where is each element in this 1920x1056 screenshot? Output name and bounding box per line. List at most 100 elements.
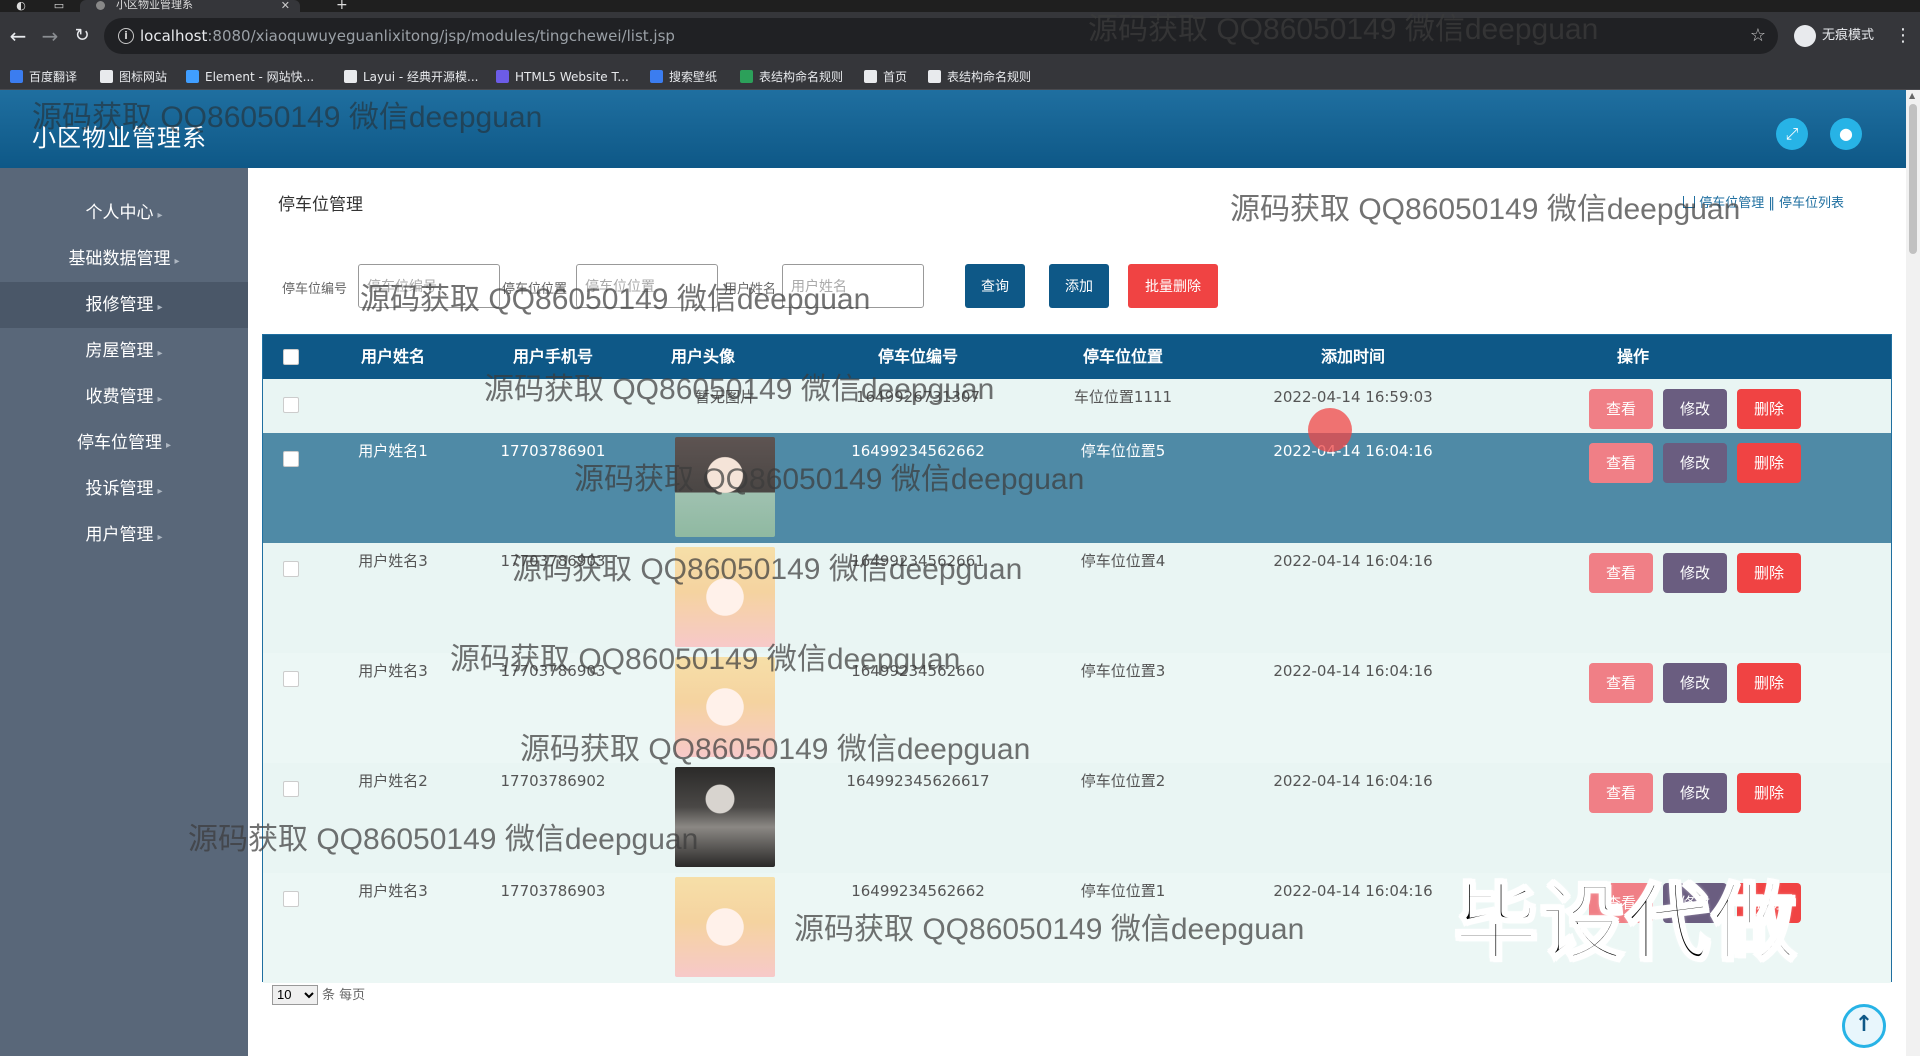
add-button[interactable]: 添加 (1049, 264, 1109, 308)
home-icon[interactable] (1683, 196, 1696, 208)
tab-overview-icon[interactable]: ▭ (52, 0, 66, 11)
edit-button[interactable]: 修改 (1663, 389, 1727, 429)
row-checkbox[interactable] (283, 397, 299, 413)
site-info-icon[interactable]: i (118, 28, 134, 44)
delete-button[interactable]: 删除 (1737, 553, 1801, 593)
bookmark-item[interactable]: 图标网站 (100, 64, 167, 90)
bookmark-item[interactable]: 表结构命名规则 (928, 64, 1031, 90)
user-avatar-image (675, 437, 775, 537)
view-button[interactable]: 查看 (1589, 389, 1653, 429)
row-checkbox[interactable] (283, 891, 299, 907)
bookmark-label: HTML5 Website T... (515, 70, 629, 84)
batch-delete-button[interactable]: 批量删除 (1128, 264, 1218, 308)
sidebar-item[interactable]: 个人中心 ▸ (0, 190, 248, 236)
bookmark-item[interactable]: 表结构命名规则 (740, 64, 843, 90)
page-size-select[interactable]: 10 (272, 984, 318, 1005)
row-checkbox[interactable] (283, 781, 299, 797)
scroll-up-icon[interactable]: ▲ (1909, 92, 1917, 100)
edit-button[interactable]: 修改 (1663, 883, 1727, 923)
back-arrow-icon[interactable]: ← (6, 24, 30, 48)
view-button[interactable]: 查看 (1589, 553, 1653, 593)
view-button[interactable]: 查看 (1589, 663, 1653, 703)
sidebar-item[interactable]: 房屋管理 ▸ (0, 328, 248, 374)
row-checkbox[interactable] (283, 671, 299, 687)
browser-menu-icon[interactable]: ⋮ (1894, 24, 1912, 48)
table-row[interactable]: 用户姓名2 17703786902 164992345626617 停车位位置2 202… (263, 763, 1891, 873)
cell-name: 用户姓名3 (358, 882, 428, 900)
sidebar-item[interactable]: 基础数据管理 ▸ (0, 236, 248, 282)
bookmark-item[interactable]: 首页 (864, 64, 907, 90)
edit-button[interactable]: 修改 (1663, 663, 1727, 703)
url-text[interactable]: localhost:8080/xiaoquwuyeguanlixitong/js… (140, 18, 675, 54)
user-avatar-image (675, 657, 775, 757)
incognito-indicator[interactable]: 无痕模式 (1794, 22, 1874, 50)
parking-code-input[interactable] (358, 264, 500, 308)
sidebar-item[interactable]: 报修管理 ▸ (0, 282, 248, 328)
cell-phone: 17703786902 (500, 772, 606, 790)
address-bar[interactable]: i localhost:8080/xiaoquwuyeguanlixitong/… (104, 18, 1778, 54)
edit-button[interactable]: 修改 (1663, 443, 1727, 483)
edit-button[interactable]: 修改 (1663, 553, 1727, 593)
cell-name: 用户姓名2 (358, 772, 428, 790)
table-row[interactable]: 用户姓名3 17703786903 16499234562662 停车位位置1 2022… (263, 873, 1891, 983)
sidebar-item-label: 基础数据管理 (68, 249, 171, 269)
tab-title: 小区物业管理系 (116, 0, 193, 11)
browser-tab-active[interactable]: 小区物业管理系 ✕ (80, 0, 300, 12)
bookmark-item[interactable]: 搜索壁纸 (650, 64, 717, 90)
sidebar-item[interactable]: 投诉管理 ▸ (0, 466, 248, 512)
delete-button[interactable]: 删除 (1737, 443, 1801, 483)
cell-code: 164992345626617 (846, 772, 990, 790)
url-host: localhost (140, 27, 208, 45)
bookmark-item[interactable]: Element - 网站快... (186, 64, 314, 90)
fullscreen-button[interactable]: ⤢ (1776, 118, 1808, 150)
user-avatar-image (675, 877, 775, 977)
view-button[interactable]: 查看 (1589, 883, 1653, 923)
expand-icon: ⤢ (1785, 124, 1799, 143)
username-input[interactable] (782, 264, 924, 308)
delete-button[interactable]: 删除 (1737, 883, 1801, 923)
cell-time: 2022-04-14 16:04:16 (1273, 662, 1433, 680)
table-row[interactable]: 用户姓名1 17703786901 16499234562662 停车位位置5 2022… (263, 433, 1891, 543)
view-button[interactable]: 查看 (1589, 773, 1653, 813)
tab-close-icon[interactable]: ✕ (281, 0, 290, 11)
page-scrollbar[interactable]: ▲ (1906, 90, 1920, 1056)
edit-button[interactable]: 修改 (1663, 773, 1727, 813)
bookmark-label: 首页 (883, 70, 908, 84)
filter-label-username: 用户姓名 (724, 282, 777, 297)
bookmark-item[interactable]: HTML5 Website T... (496, 64, 629, 90)
delete-button[interactable]: 删除 (1737, 389, 1801, 429)
filter-label-location: 停车位位置 (502, 282, 568, 297)
delete-button[interactable]: 删除 (1737, 663, 1801, 703)
scroll-thumb[interactable] (1909, 104, 1917, 254)
cell-location: 停车位位置3 (1080, 662, 1166, 680)
bookmark-item[interactable]: 百度翻译 (10, 64, 77, 90)
table-row[interactable]: 用户姓名3 17703786903 16499234562660 停车位位置3 2022… (263, 653, 1891, 763)
bookmark-label: Element - 网站快... (205, 70, 315, 84)
table-row[interactable]: 1649926731307 车位位置1111 2022-04-14 16:59:03… (263, 379, 1891, 433)
sidebar-item[interactable]: 用户管理 ▸ (0, 512, 248, 558)
forward-arrow-icon[interactable]: → (38, 24, 62, 48)
search-button[interactable]: 查询 (965, 264, 1025, 308)
delete-button[interactable]: 删除 (1737, 773, 1801, 813)
sidebar-item[interactable]: 停车位管理 ▸ (0, 420, 248, 466)
cell-name: 用户姓名3 (358, 662, 428, 680)
row-checkbox[interactable] (283, 561, 299, 577)
view-button[interactable]: 查看 (1589, 443, 1653, 483)
row-checkbox[interactable] (283, 451, 299, 467)
bookmark-item[interactable]: Layui - 经典开源模... (344, 64, 478, 90)
sidebar-item[interactable]: 收费管理 ▸ (0, 374, 248, 420)
parking-location-input[interactable] (576, 264, 718, 308)
table-row[interactable]: 用户姓名3 17703786903 16499234562661 停车位位置4 2022… (263, 543, 1891, 653)
cell-phone: 17703786903 (500, 552, 606, 570)
bookmark-star-icon[interactable]: ☆ (1750, 24, 1766, 48)
user-menu-button[interactable]: ● (1830, 118, 1862, 150)
pagination: 10 条 每页 (272, 984, 365, 1005)
app-header: 小区物业管理系 ⤢ ● (0, 90, 1906, 168)
chevron-right-icon: ▸ (157, 302, 163, 313)
new-tab-icon[interactable]: + (336, 0, 348, 12)
cell-location: 停车位位置2 (1080, 772, 1166, 790)
select-all-checkbox[interactable] (283, 349, 299, 365)
reload-icon[interactable]: ↻ (70, 24, 94, 48)
breadcrumb-item-1[interactable]: 停车位管理 (1699, 196, 1764, 211)
back-to-top-button[interactable]: ↑ (1842, 1004, 1886, 1048)
